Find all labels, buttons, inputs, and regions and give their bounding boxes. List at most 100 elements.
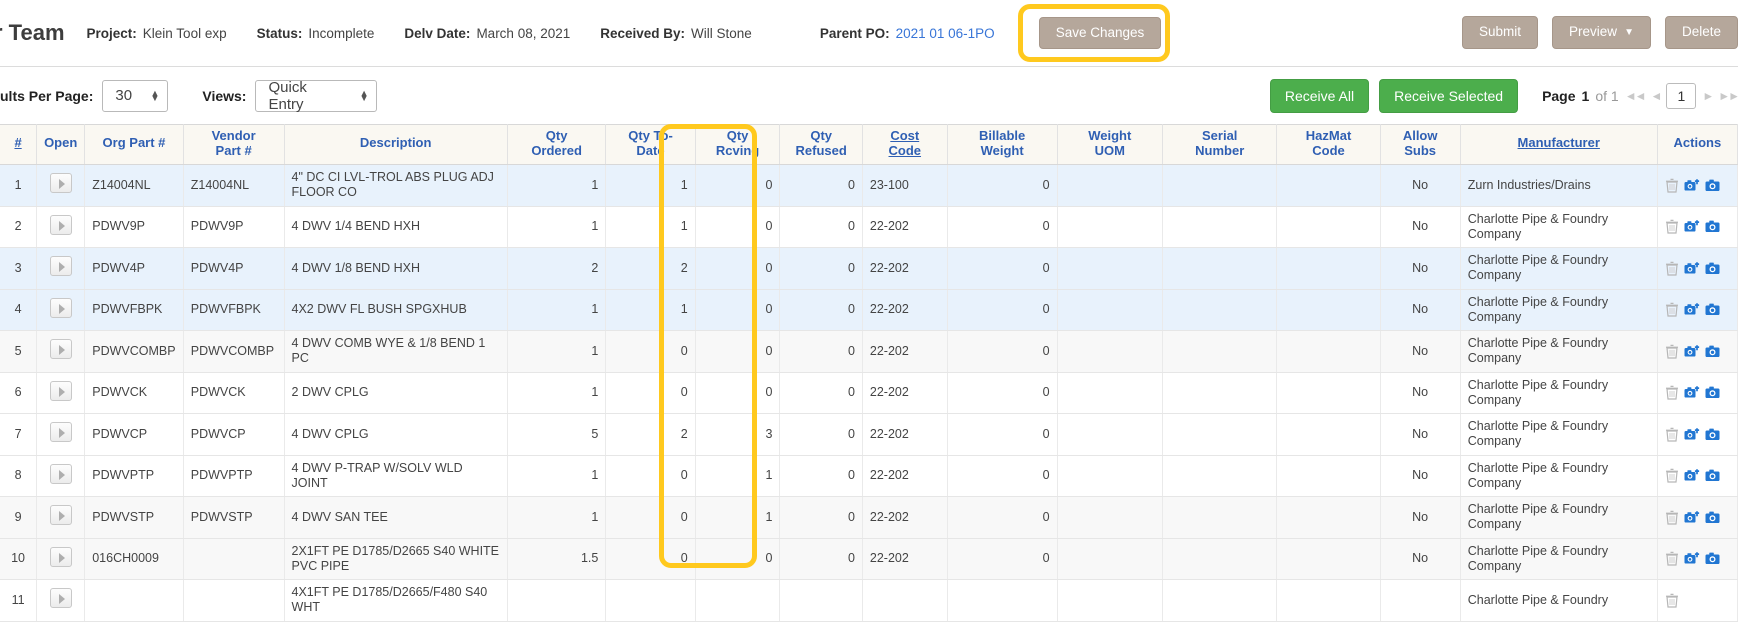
expand-row-icon[interactable] — [49, 463, 72, 484]
add-photo-icon[interactable] — [1684, 219, 1700, 234]
column-header-cost-code[interactable]: Cost Code — [862, 124, 948, 166]
qty-refused[interactable]: 0 — [779, 330, 863, 373]
add-photo-icon[interactable] — [1684, 385, 1700, 400]
qty-rcving[interactable]: 1 — [695, 496, 781, 539]
expand-row-icon[interactable] — [49, 588, 72, 609]
open-row-cell[interactable] — [36, 289, 86, 332]
camera-icon[interactable] — [1705, 219, 1720, 234]
qty-refused[interactable]: 0 — [779, 164, 863, 207]
stepper-icon[interactable]: ▲ ▼ — [150, 88, 159, 102]
delete-row-icon[interactable] — [1665, 219, 1679, 234]
views-select[interactable]: Quick Entry ▲ ▼ — [255, 79, 378, 113]
camera-icon[interactable] — [1705, 551, 1720, 566]
table-row[interactable]: 9 PDWVSTP PDWVSTP 4 DWV SAN TEE 1 0 1 0 22-202 0 N… — [0, 496, 1738, 539]
delete-row-icon[interactable] — [1665, 427, 1679, 442]
expand-row-icon[interactable] — [49, 297, 72, 318]
qty-refused[interactable]: 0 — [779, 206, 863, 249]
expand-row-icon[interactable] — [49, 546, 72, 567]
camera-icon[interactable] — [1705, 510, 1720, 525]
add-photo-icon[interactable] — [1684, 468, 1700, 483]
qty-rcving[interactable]: 0 — [695, 164, 781, 207]
qty-refused[interactable]: 0 — [779, 289, 863, 332]
receive-all-button[interactable]: Receive All — [1269, 78, 1370, 113]
parent-po-link[interactable]: 2021 01 06-1PO — [896, 26, 995, 41]
open-row-cell[interactable] — [36, 330, 86, 373]
open-row-cell[interactable] — [36, 372, 86, 415]
delete-row-icon[interactable] — [1665, 344, 1679, 359]
add-photo-icon[interactable] — [1684, 344, 1700, 359]
table-row[interactable]: 7 PDWVCP PDWVCP 4 DWV CPLG 5 2 3 0 22-202 0 No Char… — [0, 413, 1738, 456]
stepper-icon[interactable]: ▲ ▼ — [360, 88, 369, 102]
add-photo-icon[interactable] — [1684, 261, 1700, 276]
add-photo-icon[interactable] — [1684, 427, 1700, 442]
qty-rcving[interactable]: 0 — [695, 247, 781, 290]
next-page-icon[interactable]: ► — [1702, 89, 1714, 103]
camera-icon[interactable] — [1705, 427, 1720, 442]
open-row-cell[interactable] — [36, 579, 86, 622]
open-row-cell[interactable] — [36, 206, 86, 249]
receive-selected-button[interactable]: Receive Selected — [1379, 78, 1519, 113]
delete-button[interactable]: Delete — [1664, 16, 1738, 49]
expand-row-icon[interactable] — [49, 256, 72, 277]
open-row-cell[interactable] — [36, 496, 86, 539]
preview-button[interactable]: Preview ▼ — [1552, 16, 1651, 49]
qty-rcving[interactable]: 0 — [695, 330, 781, 373]
table-row[interactable]: 10 016CH0009 2X1FT PE D1785/D2665 S40 WHIT… — [0, 538, 1738, 581]
delete-row-icon[interactable] — [1665, 302, 1679, 317]
qty-rcving[interactable]: 0 — [695, 372, 781, 415]
save-changes-button[interactable]: Save Changes — [1038, 16, 1162, 50]
camera-icon[interactable] — [1705, 178, 1720, 193]
add-photo-icon[interactable] — [1684, 178, 1700, 193]
open-row-cell[interactable] — [36, 538, 86, 581]
qty-rcving[interactable]: 0 — [695, 206, 781, 249]
expand-row-icon[interactable] — [49, 339, 72, 360]
table-row[interactable]: 3 PDWV4P PDWV4P 4 DWV 1/8 BEND HXH 2 2 0 0 22-20… — [0, 247, 1738, 290]
prev-page-icon[interactable]: ◄ — [1650, 89, 1662, 103]
qty-rcving[interactable]: 1 — [695, 455, 781, 498]
add-photo-icon[interactable] — [1684, 551, 1700, 566]
page-input[interactable] — [1666, 82, 1697, 109]
first-page-icon[interactable]: ◄◄ — [1625, 89, 1647, 103]
table-row[interactable]: 8 PDWVPTP PDWVPTP 4 DWV P-TRAP W/SOLV WLD J… — [0, 455, 1738, 498]
table-row[interactable]: 2 PDWV9P PDWV9P 4 DWV 1/4 BEND HXH 1 1 0 0 22-20… — [0, 206, 1738, 249]
delete-row-icon[interactable] — [1665, 385, 1679, 400]
qty-refused[interactable]: 0 — [779, 455, 863, 498]
camera-icon[interactable] — [1705, 344, 1720, 359]
add-photo-icon[interactable] — [1684, 302, 1700, 317]
qty-rcving[interactable]: 3 — [695, 413, 781, 456]
expand-row-icon[interactable] — [49, 380, 72, 401]
submit-button[interactable]: Submit — [1462, 16, 1539, 49]
open-row-cell[interactable] — [36, 247, 86, 290]
delete-row-icon[interactable] — [1665, 551, 1679, 566]
table-row[interactable]: 5 PDWVCOMBP PDWVCOMBP 4 DWV COMB WYE & 1/8 … — [0, 330, 1738, 373]
camera-icon[interactable] — [1705, 385, 1720, 400]
column-header-num[interactable]: # — [0, 124, 38, 166]
table-row[interactable]: 6 PDWVCK PDWVCK 2 DWV CPLG 1 0 0 0 22-202 0 No Char… — [0, 372, 1738, 415]
qty-rcving[interactable]: 0 — [695, 538, 781, 581]
last-page-icon[interactable]: ►► — [1718, 89, 1738, 103]
open-row-cell[interactable] — [36, 455, 86, 498]
table-row[interactable]: 11 4X1FT PE D1785/D2665/F480 S40 WHT Charl… — [0, 579, 1738, 622]
qty-refused[interactable] — [779, 579, 863, 622]
expand-row-icon[interactable] — [49, 173, 72, 194]
qty-refused[interactable]: 0 — [779, 247, 863, 290]
camera-icon[interactable] — [1705, 261, 1720, 276]
qty-rcving[interactable]: 0 — [695, 289, 781, 332]
qty-refused[interactable]: 0 — [779, 538, 863, 581]
delete-row-icon[interactable] — [1665, 178, 1679, 193]
expand-row-icon[interactable] — [49, 214, 72, 235]
camera-icon[interactable] — [1705, 468, 1720, 483]
expand-row-icon[interactable] — [49, 422, 72, 443]
qty-refused[interactable]: 0 — [779, 496, 863, 539]
delete-row-icon[interactable] — [1665, 510, 1679, 525]
add-photo-icon[interactable] — [1684, 510, 1700, 525]
camera-icon[interactable] — [1705, 302, 1720, 317]
qty-refused[interactable]: 0 — [779, 372, 863, 415]
delete-row-icon[interactable] — [1665, 261, 1679, 276]
open-row-cell[interactable] — [36, 413, 86, 456]
results-per-page-select[interactable]: 30 ▲ ▼ — [102, 79, 169, 112]
open-row-cell[interactable] — [36, 164, 86, 207]
table-row[interactable]: 1 Z14004NL Z14004NL 4" DC CI LVL-TROL ABS P… — [0, 164, 1738, 207]
delete-row-icon[interactable] — [1665, 468, 1679, 483]
expand-row-icon[interactable] — [49, 505, 72, 526]
